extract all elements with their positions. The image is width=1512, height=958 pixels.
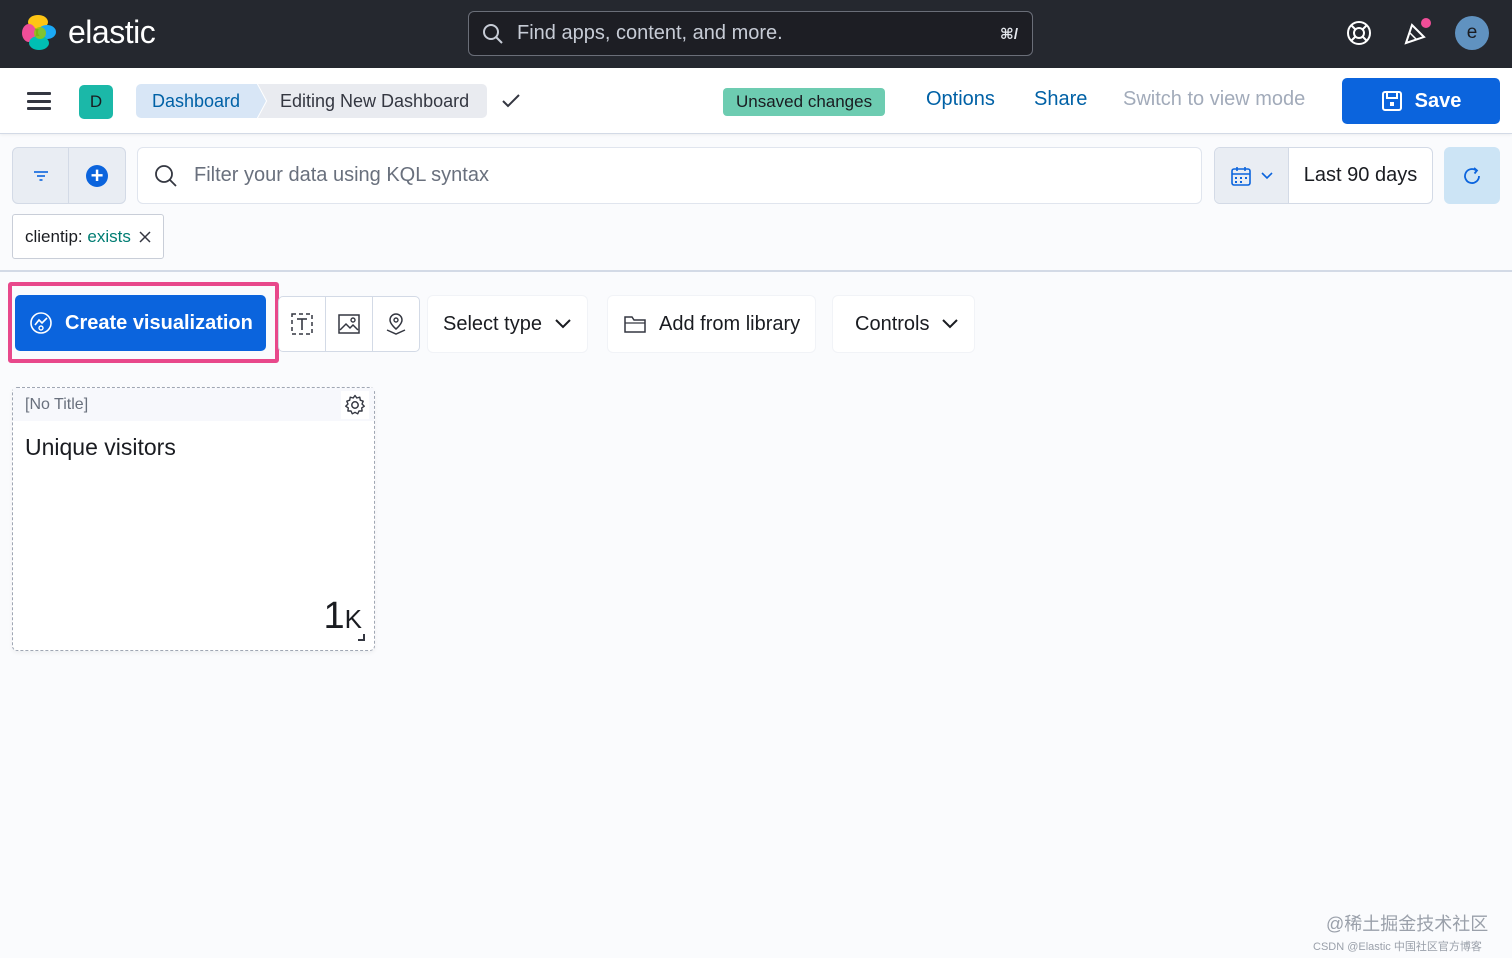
switch-view-mode-link[interactable]: Switch to view mode	[1123, 88, 1305, 111]
metric-value: 1K	[324, 595, 362, 638]
calendar-icon	[1230, 166, 1251, 186]
filter-controls: +	[12, 147, 126, 204]
breadcrumb-current: Editing New Dashboard	[258, 84, 487, 118]
metric-suffix: K	[344, 604, 362, 634]
filter-menu-button[interactable]	[13, 148, 70, 203]
menu-toggle-icon[interactable]	[27, 92, 51, 110]
quick-add-group	[278, 296, 420, 352]
app-bar: D Dashboard Editing New Dashboard Unsave…	[0, 68, 1512, 134]
checkmark-icon[interactable]	[500, 90, 522, 112]
create-visualization-label: Create visualization	[65, 311, 253, 334]
search-shortcut: ⌘/	[999, 25, 1018, 43]
refresh-button[interactable]	[1444, 147, 1500, 204]
save-icon	[1381, 91, 1402, 111]
select-type-label: Select type	[443, 312, 542, 335]
resize-handle[interactable]	[358, 634, 365, 641]
kql-query-input[interactable]: Filter your data using KQL syntax	[137, 147, 1202, 204]
elastic-logo-icon	[22, 14, 58, 51]
save-label: Save	[1414, 89, 1462, 112]
search-icon	[483, 23, 503, 44]
visualize-app-icon	[30, 312, 52, 334]
image-icon	[338, 314, 360, 334]
add-filter-button[interactable]: +	[69, 148, 125, 203]
add-from-library-label: Add from library	[659, 312, 801, 335]
space-avatar[interactable]: D	[79, 85, 113, 119]
time-range-display[interactable]: Last 90 days	[1289, 148, 1432, 203]
user-avatar[interactable]: e	[1455, 16, 1489, 50]
dashboard-panel[interactable]: [No Title] Unique visitors 1K	[12, 387, 375, 651]
global-header: elastic Find apps, content, and more. ⌘/…	[0, 0, 1512, 68]
chevron-down-icon	[555, 319, 571, 329]
search-placeholder: Find apps, content, and more.	[517, 22, 783, 44]
text-icon	[291, 313, 313, 335]
filter-operator: exists	[87, 226, 131, 246]
unsaved-changes-badge: Unsaved changes	[723, 88, 886, 116]
panel-title[interactable]: [No Title]	[25, 396, 88, 414]
metric-label: Unique visitors	[25, 434, 176, 460]
add-from-library-button[interactable]: Add from library	[608, 296, 816, 352]
metric-number: 1	[323, 595, 345, 637]
chevron-down-icon	[1260, 171, 1273, 179]
save-button[interactable]: Save	[1342, 78, 1500, 124]
close-icon[interactable]	[139, 230, 151, 243]
breadcrumb-dashboard[interactable]: Dashboard	[136, 84, 266, 118]
news-feed-icon[interactable]	[1400, 17, 1432, 49]
kql-placeholder: Filter your data using KQL syntax	[194, 164, 489, 186]
elastic-logo[interactable]: elastic	[22, 14, 156, 51]
help-icon[interactable]	[1343, 17, 1375, 49]
date-picker: Last 90 days	[1214, 147, 1433, 204]
folder-icon	[624, 316, 646, 333]
plus-icon: +	[86, 164, 108, 187]
add-image-button[interactable]	[325, 297, 372, 351]
divider	[0, 270, 1512, 272]
filter-field: clientip:	[25, 226, 83, 246]
panel-header: [No Title]	[13, 388, 374, 421]
select-type-button[interactable]: Select type	[428, 296, 587, 352]
filter-icon	[33, 170, 48, 181]
brand-name: elastic	[68, 14, 156, 50]
controls-button[interactable]: Controls	[833, 296, 975, 352]
gear-icon	[345, 394, 365, 415]
create-visualization-button[interactable]: Create visualization	[15, 295, 266, 351]
watermark-line1: @稀土掘金技术社区	[1326, 914, 1489, 934]
options-link[interactable]: Options	[926, 88, 995, 111]
maps-icon	[386, 313, 406, 335]
watermark-line2: CSDN @Elastic 中国社区官方博客	[1313, 941, 1482, 953]
share-link[interactable]: Share	[1034, 88, 1087, 111]
filter-pill[interactable]: clientip: exists	[12, 214, 164, 259]
controls-label: Controls	[855, 312, 930, 335]
add-map-button[interactable]	[372, 297, 419, 351]
panel-options-button[interactable]	[341, 391, 369, 419]
chevron-down-icon	[942, 319, 959, 329]
global-search-input[interactable]: Find apps, content, and more. ⌘/	[468, 11, 1033, 56]
search-icon	[155, 164, 177, 187]
add-text-button[interactable]	[279, 297, 325, 351]
quick-select-button[interactable]	[1215, 148, 1289, 203]
refresh-icon	[1464, 166, 1480, 184]
